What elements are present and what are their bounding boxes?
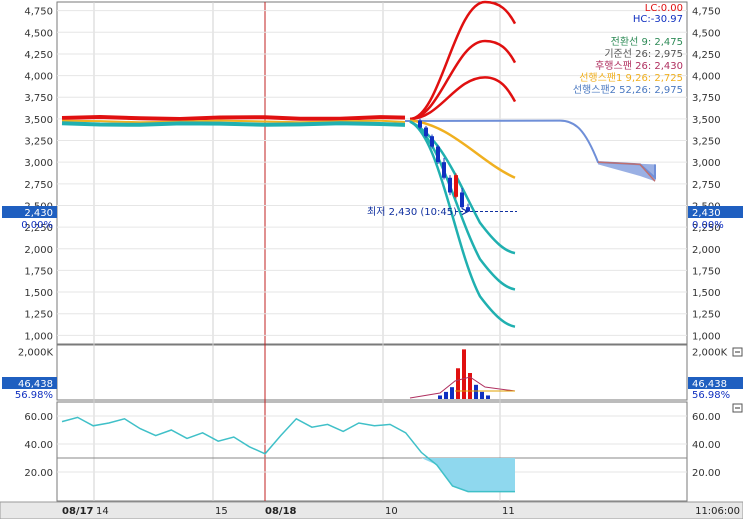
volume-badge-right-text: 46,438 xyxy=(692,379,727,390)
price-panel[interactable] xyxy=(56,1,688,345)
price-tick-label: 1,750 xyxy=(24,266,53,277)
legend-item: 후행스팬 26: 2,430 xyxy=(595,60,683,72)
volume-bar xyxy=(456,368,460,399)
price-badge-left-text: 2,430 xyxy=(24,208,53,219)
time-label: 08/18 xyxy=(265,506,297,517)
volume-pct-left: 56.98% xyxy=(15,390,53,401)
price-tick-label: 4,000 xyxy=(692,72,721,83)
osc-tick-label: 20.00 xyxy=(692,468,721,479)
volume-tick-label: 2,000K xyxy=(692,348,728,359)
time-label: 10 xyxy=(385,506,398,517)
legend-item: 선행스팬1 9,26: 2,725 xyxy=(579,72,683,84)
osc-tick-label: 40.00 xyxy=(24,440,53,451)
time-label: 08/17 xyxy=(62,506,94,517)
volume-panel[interactable] xyxy=(56,344,688,401)
volume-tick-label: 2,000K xyxy=(18,348,54,359)
candle-body xyxy=(418,120,422,128)
candle-body xyxy=(424,127,428,137)
candle-body xyxy=(442,162,446,178)
price-tick-label: 1,500 xyxy=(692,288,721,299)
volume-bar xyxy=(450,387,454,399)
candle-body xyxy=(448,177,452,193)
legend-item: 기준선 26: 2,975 xyxy=(604,48,683,60)
price-tick-label: 3,750 xyxy=(24,93,53,104)
price-tick-label: 4,750 xyxy=(24,7,53,18)
price-tick-label: 3,750 xyxy=(692,93,721,104)
osc-tick-label: 60.00 xyxy=(692,412,721,423)
osc-tick-label: 20.00 xyxy=(24,468,53,479)
price-tick-label: 3,500 xyxy=(24,115,53,126)
price-tick-label: 3,500 xyxy=(692,115,721,126)
candle-body xyxy=(436,146,440,163)
price-tick-label: 3,250 xyxy=(24,137,53,148)
volume-bar xyxy=(486,395,490,399)
collapse-icon[interactable] xyxy=(732,347,743,357)
clock-label: 11:06:00 xyxy=(695,506,740,517)
volume-bar xyxy=(444,391,448,399)
price-tick-label: 4,500 xyxy=(692,28,721,39)
price-tick-label: 1,500 xyxy=(24,288,53,299)
time-label: 15 xyxy=(215,506,228,517)
price-tick-label: 1,250 xyxy=(24,310,53,321)
legend-item: 전환선 9: 2,475 xyxy=(611,36,683,48)
volume-bar xyxy=(438,395,442,399)
price-tick-label: 4,750 xyxy=(692,7,721,18)
price-badge-right-text: 2,430 xyxy=(692,208,721,219)
price-tick-label: 2,000 xyxy=(24,245,53,256)
price-tick-label: 2,750 xyxy=(692,180,721,191)
price-tick-label: 2,750 xyxy=(24,180,53,191)
osc-tick-label: 60.00 xyxy=(24,412,53,423)
legend-item: 선행스팬2 52,26: 2,975 xyxy=(573,84,683,96)
low-annotation: 최저 2,430 (10:45) xyxy=(367,206,457,218)
price-tick-label: 4,000 xyxy=(24,72,53,83)
lower-envelope-line xyxy=(61,121,406,127)
lc-label: LC:0.00 xyxy=(645,3,683,14)
price-tick-label: 1,750 xyxy=(692,266,721,277)
volume-bar xyxy=(480,391,484,399)
hc-label: HC:-30.97 xyxy=(633,14,683,25)
candle-body xyxy=(430,136,434,147)
price-tick-label: 2,000 xyxy=(692,245,721,256)
price-tick-label: 4,250 xyxy=(692,50,721,61)
candle-body xyxy=(454,175,458,197)
volume-pct-right: 56.98% xyxy=(692,390,730,401)
time-label: 14 xyxy=(96,506,109,517)
time-label: 11 xyxy=(502,506,515,517)
price-tick-label: 3,250 xyxy=(692,137,721,148)
oscillator-panel[interactable] xyxy=(56,401,688,502)
price-tick-label: 3,000 xyxy=(692,158,721,169)
volume-bar xyxy=(462,349,466,399)
volume-bar xyxy=(474,384,478,399)
price-tick-label: 1,250 xyxy=(692,310,721,321)
price-tick-label: 1,000 xyxy=(24,331,53,342)
price-tick-label: 4,250 xyxy=(24,50,53,61)
volume-badge-left-text: 46,438 xyxy=(18,379,53,390)
change-pct-left: 0.00% xyxy=(21,220,53,231)
price-tick-label: 4,500 xyxy=(24,28,53,39)
upper-envelope-line xyxy=(61,114,406,122)
chart-root: 4,750 4,750 4,500 4,500 4,250 4,250 4,000 4,000… xyxy=(0,0,743,519)
candle-body xyxy=(460,192,464,208)
collapse-icon[interactable] xyxy=(732,403,743,413)
price-tick-label: 1,000 xyxy=(692,331,721,342)
price-tick-label: 3,000 xyxy=(24,158,53,169)
osc-tick-label: 40.00 xyxy=(692,440,721,451)
time-axis-bar xyxy=(0,501,743,519)
change-pct-right: 0.00% xyxy=(692,220,724,231)
